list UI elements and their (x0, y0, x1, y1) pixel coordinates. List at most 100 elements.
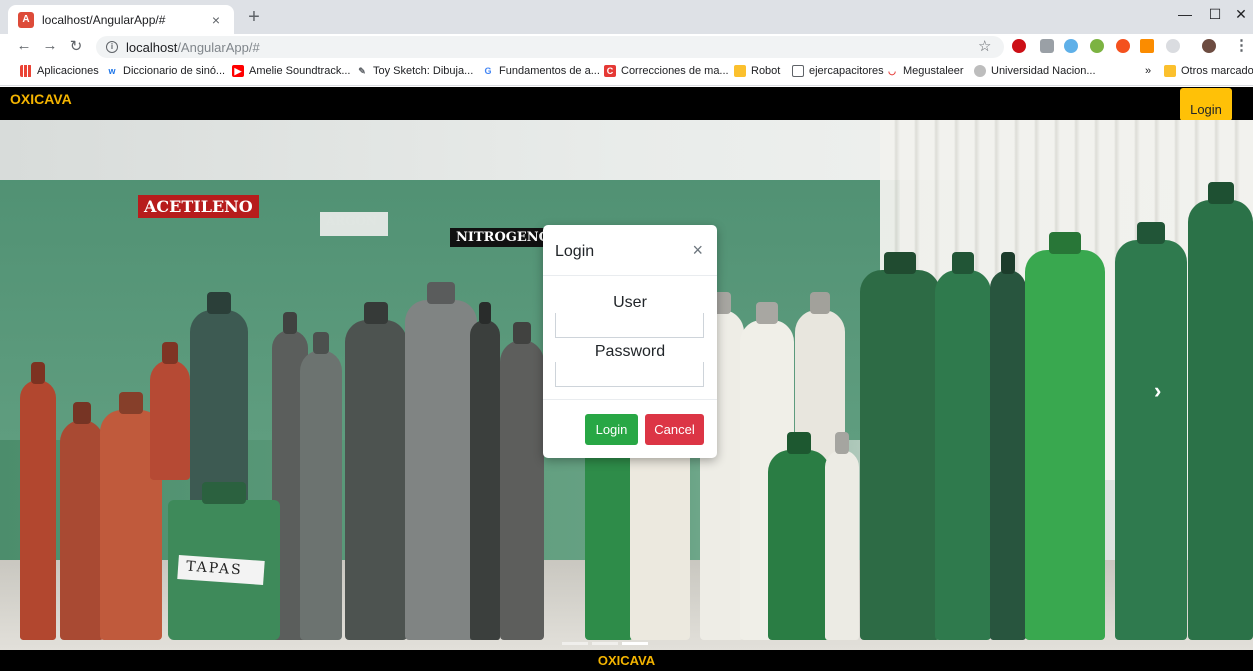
megustaleer-icon: ◡ (888, 66, 896, 76)
bookmark-label: ejercapacitores (809, 65, 884, 77)
university-icon (974, 65, 986, 77)
bookmark-diccionario[interactable]: w Diccionario de sinó... (106, 65, 225, 77)
bookmark-label: Amelie Soundtrack... (249, 65, 351, 77)
apps-grid-icon (20, 65, 32, 77)
wr-icon: w (108, 66, 116, 76)
bookmark-label: Correcciones de ma... (621, 65, 729, 77)
close-icon[interactable]: × (692, 240, 703, 261)
reload-icon[interactable]: ↻ (66, 37, 86, 55)
user-input[interactable] (555, 313, 704, 338)
brand-logo[interactable]: OXICAVA (10, 91, 72, 107)
bookmark-amelie[interactable]: ▶ Amelie Soundtrack... (232, 65, 351, 77)
address-bar[interactable]: i localhost/AngularApp/# (96, 36, 1004, 58)
gas-cylinder (768, 450, 830, 640)
bookmark-label: Diccionario de sinó... (123, 65, 226, 77)
correcciones-icon: C (604, 65, 616, 77)
modal-header: Login × (543, 225, 717, 276)
youtube-icon: ▶ (232, 65, 244, 77)
folder-icon (734, 65, 746, 77)
gas-cylinder (300, 350, 342, 640)
carousel-indicator-active[interactable] (622, 642, 648, 645)
folder-icon (1164, 65, 1176, 77)
gas-cylinder (345, 320, 407, 640)
bookmark-label: Robot (751, 65, 781, 77)
tab-title: localhost/AngularApp/# (42, 12, 166, 27)
password-input[interactable] (555, 362, 704, 387)
nitrogeno-sign: NITROGENO (450, 228, 556, 247)
gas-cylinder (150, 360, 190, 480)
bookmark-megustaleer[interactable]: ◡ Megustaleer (886, 65, 964, 77)
modal-footer: Login Cancel (543, 399, 717, 458)
url-path: /AngularApp/# (177, 39, 260, 55)
bookmark-toy-sketch[interactable]: ✎ Toy Sketch: Dibuja... (356, 65, 473, 77)
bookmark-aplicaciones[interactable]: Aplicaciones (20, 65, 99, 77)
gas-cylinder (500, 340, 544, 640)
google-icon: G (484, 66, 492, 76)
modal-title: Login (555, 243, 595, 260)
bookmarks-overflow-button[interactable]: » (1145, 65, 1151, 77)
extension-icon[interactable] (1040, 39, 1054, 53)
bookmark-ejercapacitores[interactable]: ejercapacitores (792, 65, 884, 77)
bookmark-label: Otros marcadores (1181, 65, 1253, 77)
bookmark-fundamentos[interactable]: G Fundamentos de a... (482, 65, 600, 77)
carousel-indicator[interactable] (562, 642, 588, 645)
bookmark-label: Universidad Nacion... (991, 65, 1096, 77)
forward-icon[interactable]: → (40, 37, 60, 54)
gas-cylinder (190, 310, 248, 510)
browser-tab-strip: A localhost/AngularApp/# × + — ☐ ✕ (0, 0, 1253, 34)
gas-cylinder (1025, 250, 1105, 640)
info-icon[interactable]: i (106, 41, 118, 53)
login-modal: Login × User Password Login Cancel (543, 225, 717, 458)
carousel-next-icon[interactable]: › (1154, 378, 1161, 404)
gas-cylinder (825, 450, 859, 640)
acetileno-sign: ACETILENO (138, 195, 259, 218)
cancel-button[interactable]: Cancel (645, 414, 704, 445)
bookmark-label: Fundamentos de a... (499, 65, 600, 77)
app-footer: OXICAVA (0, 650, 1253, 671)
navbar-login-button[interactable]: Login (1180, 88, 1232, 121)
login-button[interactable]: Login (585, 414, 638, 445)
bookmark-universidad[interactable]: Universidad Nacion... (974, 65, 1096, 77)
gas-cylinder (60, 420, 104, 640)
extension-icon[interactable] (1064, 39, 1078, 53)
new-tab-button[interactable]: + (242, 6, 266, 30)
bookmark-label: Aplicaciones (37, 65, 99, 77)
password-label: Password (594, 343, 666, 360)
browser-menu-icon[interactable]: ⋮ (1234, 36, 1249, 54)
sketch-icon: ✎ (358, 66, 366, 76)
extension-icon[interactable] (1090, 39, 1104, 53)
opera-extension-icon[interactable] (1012, 39, 1026, 53)
gas-cylinder (470, 320, 500, 640)
gas-cylinder (860, 270, 940, 640)
gas-cylinder (990, 270, 1026, 640)
tab-close-icon[interactable]: × (208, 12, 224, 28)
bookmark-label: Megustaleer (903, 65, 964, 77)
browser-toolbar: ← → ↻ i localhost/AngularApp/# ☆ ⋮ (0, 34, 1253, 60)
user-label: User (613, 294, 647, 311)
bookmark-correcciones[interactable]: C Correcciones de ma... (604, 65, 729, 77)
gas-cylinder (1188, 200, 1253, 640)
gas-cylinder (935, 270, 991, 640)
app-navbar: OXICAVA Login (0, 87, 1253, 121)
close-window-icon[interactable]: ✕ (1226, 6, 1253, 23)
bookmark-star-icon[interactable]: ☆ (978, 37, 991, 55)
bookmark-otros-marcadores[interactable]: Otros marcadores (1164, 65, 1253, 77)
extension-icon[interactable] (1140, 39, 1154, 53)
extension-icon[interactable] (1116, 39, 1130, 53)
page-icon (792, 65, 804, 77)
argon-sign: ARGON (320, 212, 388, 236)
angular-favicon-icon: A (18, 11, 34, 28)
footer-brand: OXICAVA (597, 653, 656, 668)
minimize-icon[interactable]: — (1170, 6, 1200, 22)
back-icon[interactable]: ← (14, 37, 34, 54)
profile-avatar-icon[interactable] (1202, 39, 1216, 53)
bookmark-label: Toy Sketch: Dibuja... (373, 65, 474, 77)
gas-cylinder (405, 300, 477, 640)
carousel-indicator[interactable] (592, 642, 618, 645)
gas-cylinder (20, 380, 56, 640)
extension-icon[interactable] (1166, 39, 1180, 53)
bookmark-robot[interactable]: Robot (734, 65, 780, 77)
bookmarks-bar: Aplicaciones w Diccionario de sinó... ▶ … (0, 60, 1253, 86)
url-host: localhost (126, 39, 178, 55)
browser-tab[interactable]: A localhost/AngularApp/# × (8, 5, 234, 34)
